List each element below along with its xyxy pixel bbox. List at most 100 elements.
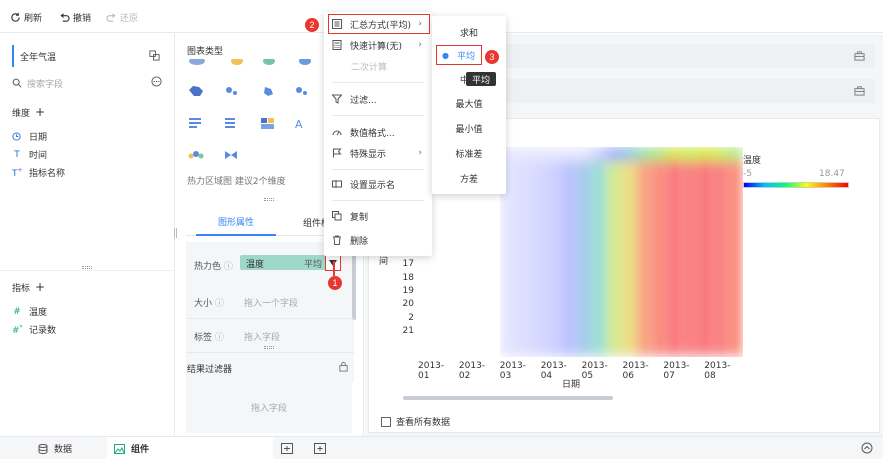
legend-color-bar [743, 182, 849, 188]
bottom-bar: 数据 组件 [0, 436, 883, 460]
heat-cell [668, 147, 681, 357]
metric-item-temperature[interactable]: # 温度 [12, 305, 47, 319]
redo-button[interactable]: 还原 [106, 10, 138, 24]
menu-item-special-display[interactable]: 特殊显示 › [332, 145, 424, 161]
add-metric-icon[interactable]: + [35, 281, 45, 293]
dataset-selector[interactable]: 全年气温 [12, 45, 164, 67]
heat-cell [515, 147, 531, 161]
undo-icon [59, 12, 70, 23]
heat-cell [560, 147, 576, 161]
size-label: 大小 ⓘ [194, 299, 224, 309]
heat-cell [729, 147, 742, 357]
submenu-item-stddev[interactable]: 标准差 [432, 143, 506, 163]
tab-graphic-properties[interactable]: 图形属性 [196, 208, 276, 236]
field-search[interactable]: 搜索字段 [12, 74, 162, 92]
menu-item-summary-method[interactable]: 汇总方式(平均) › [332, 16, 424, 32]
add-dashboard-icon[interactable] [314, 443, 326, 454]
add-dimension-icon[interactable]: + [35, 106, 45, 118]
show-all-data-checkbox[interactable]: 查看所有数据 [381, 415, 450, 428]
property-scrollbar[interactable] [352, 250, 356, 320]
checkbox-box[interactable] [381, 416, 391, 427]
submenu-item-variance[interactable]: 方差 [432, 168, 506, 188]
record-count-icon: #* [12, 323, 23, 336]
menu-item-secondary-calc[interactable]: 二次计算 [351, 58, 443, 74]
copy-icon [332, 211, 342, 221]
heat-cell [606, 147, 622, 161]
row-y-lock-icon[interactable] [854, 85, 865, 96]
heat-cell [547, 147, 559, 357]
chart-type-row-2 [187, 84, 337, 98]
menu-item-quick-calc[interactable]: 快速计算(无) › [332, 37, 424, 53]
trash-icon [332, 235, 342, 245]
heat-field-label: 温度 [246, 260, 265, 270]
panel-collapse-handle[interactable] [174, 228, 177, 238]
heatmap-plot[interactable] [500, 147, 743, 357]
refresh-button[interactable]: 刷新 [10, 10, 42, 24]
clock-icon [12, 132, 22, 141]
undo-button[interactable]: 撤销 [59, 10, 91, 24]
metric-section-title: 指标 + [12, 280, 46, 294]
chart-type-row-1 [187, 59, 337, 71]
x-tick-label: 2013-06 [622, 361, 649, 381]
chevron-right-icon: › [418, 19, 422, 29]
dimension-item-metric-name[interactable]: T+ 指标名称 [12, 166, 65, 180]
chart-type-row-4 [187, 148, 247, 162]
x-tick-label: 2013-02 [458, 361, 486, 381]
heat-color-field-chip[interactable]: 温度 平均 [240, 255, 336, 270]
row-x-lock-icon[interactable] [854, 50, 865, 61]
divider [186, 318, 354, 319]
tab-component[interactable]: 组件 [114, 437, 149, 460]
submenu-item-max[interactable]: 最大值 [432, 93, 506, 113]
divider [0, 270, 175, 271]
more-options-icon[interactable] [151, 76, 162, 87]
heat-cell [577, 147, 590, 357]
image-icon [114, 443, 125, 454]
collapse-up-icon[interactable] [861, 442, 873, 454]
result-filter-drop-zone[interactable]: 拖入字段 [186, 381, 352, 433]
legend-max: 18.47 [819, 169, 845, 179]
heat-cell [636, 147, 652, 161]
redo-label: 还原 [120, 13, 139, 24]
menu-item-delete[interactable]: 删除 [332, 232, 424, 248]
x-tick-label: 2013-07 [663, 361, 690, 381]
label-drop-zone[interactable]: 拖入字段 [244, 330, 280, 343]
result-filter-title: 结果过滤器 [187, 365, 233, 375]
menu-item-display-name[interactable]: 设置显示名 [332, 176, 424, 192]
heat-cell [591, 147, 607, 161]
search-input[interactable]: 搜索字段 [27, 77, 63, 90]
tab-data[interactable]: 数据 [38, 437, 72, 460]
redo-icon [106, 12, 117, 23]
filter-icon [332, 94, 342, 104]
chart-type-hint: 热力区域图 建议2个维度 [187, 177, 286, 187]
resize-handle[interactable] [82, 266, 92, 269]
submenu-item-min[interactable]: 最小值 [432, 118, 506, 138]
heat-cell [667, 147, 683, 161]
average-tooltip: 平均 [466, 72, 497, 86]
heat-cell [621, 147, 637, 161]
metric-item-record-count[interactable]: #* 记录数 [12, 323, 56, 337]
size-drop-zone[interactable]: 拖入一个字段 [244, 296, 298, 309]
heat-cell [727, 147, 743, 161]
add-component-icon[interactable] [281, 443, 293, 454]
resize-handle-mid[interactable] [264, 198, 274, 201]
heat-cell [575, 147, 592, 161]
resize-handle-bottom[interactable] [264, 346, 274, 349]
heat-cell [530, 147, 546, 161]
label-label: 标签 ⓘ [194, 333, 224, 343]
calculator-icon [332, 40, 342, 50]
menu-item-number-format[interactable]: 数值格式... [332, 124, 424, 140]
dimension-item-date[interactable]: 日期 [12, 130, 47, 143]
x-tick-label: 2013-05 [581, 361, 608, 381]
switch-dataset-icon[interactable] [149, 50, 160, 61]
chart-horizontal-scrollbar[interactable] [403, 396, 613, 400]
submenu-item-sum[interactable]: 求和 [432, 22, 506, 42]
badge-connector [333, 261, 335, 276]
step-badge-1: 1 [328, 276, 342, 290]
dimension-item-time[interactable]: T 时间 [12, 148, 47, 162]
filter-lock-icon[interactable] [338, 361, 349, 372]
divider [186, 352, 354, 353]
menu-item-filter[interactable]: 过滤... [332, 91, 424, 107]
refresh-icon [10, 12, 21, 23]
menu-item-copy[interactable]: 复制 [332, 208, 424, 224]
y-tick-label: 19 [402, 285, 414, 296]
